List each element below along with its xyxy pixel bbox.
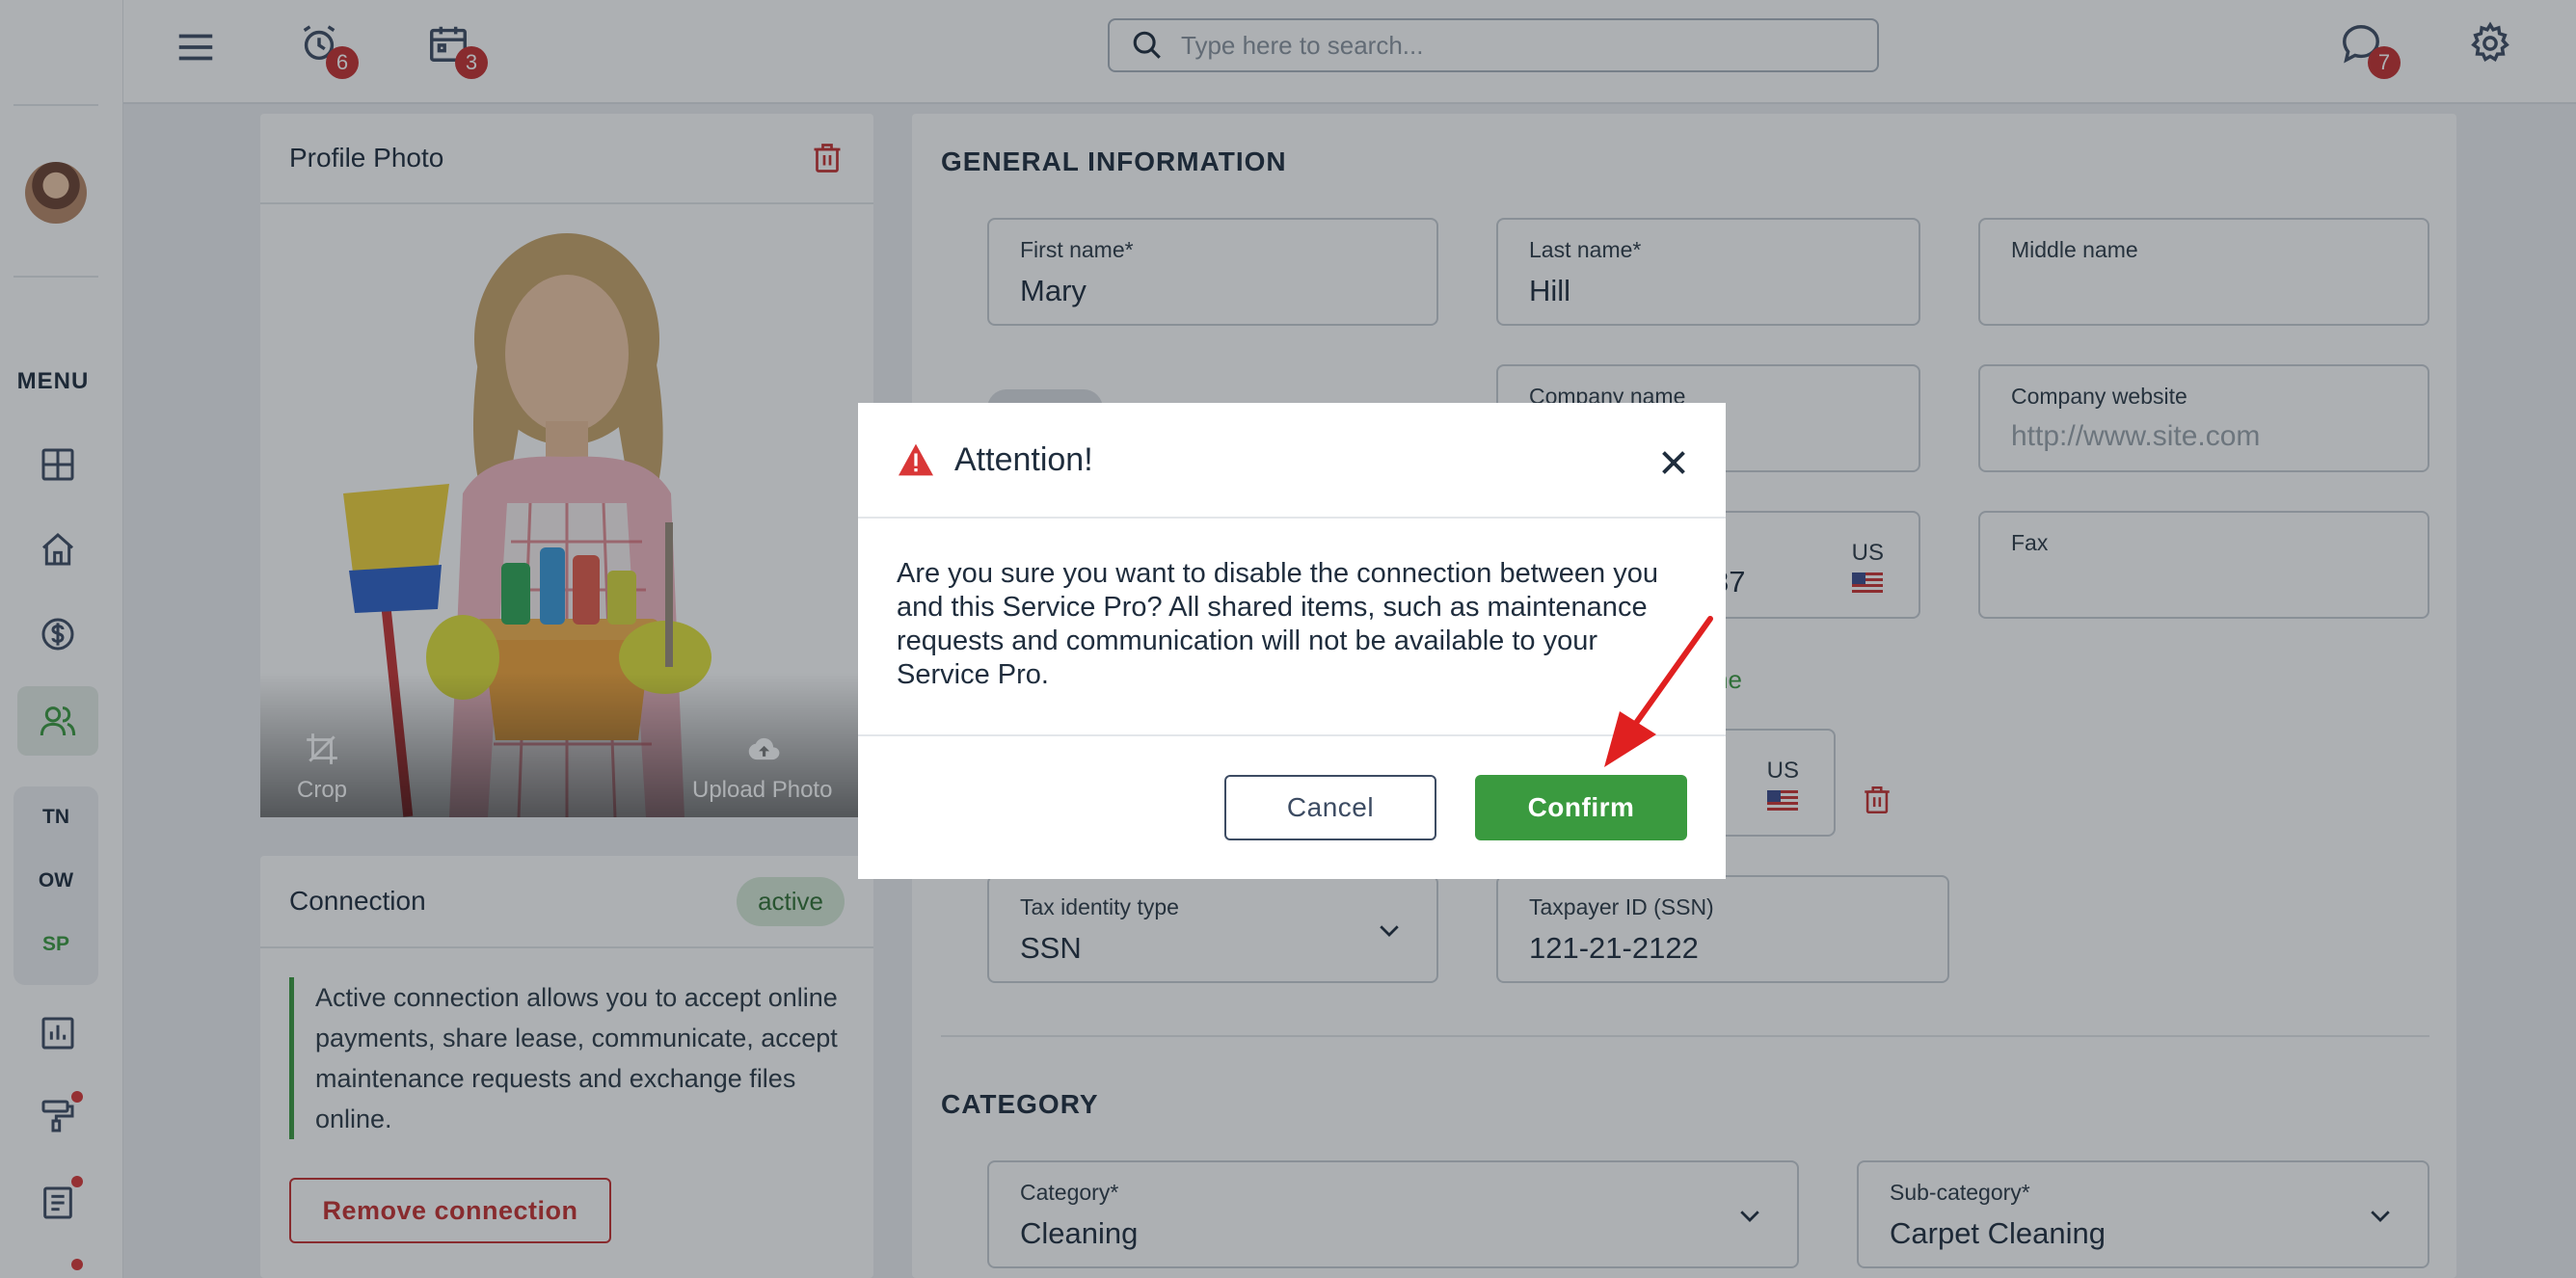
warning-icon [899, 443, 933, 476]
dialog-divider [858, 734, 1726, 736]
dialog-title: Attention! [954, 440, 1093, 478]
dialog-message: Are you sure you want to disable the con… [897, 558, 1658, 690]
confirm-button[interactable]: Confirm [1475, 775, 1687, 840]
cancel-button[interactable]: Cancel [1224, 775, 1436, 840]
confirmation-dialog: Attention! Are you sure you want to disa… [858, 403, 1726, 879]
close-icon[interactable] [1656, 445, 1691, 480]
dialog-header: Attention! [858, 403, 1726, 519]
